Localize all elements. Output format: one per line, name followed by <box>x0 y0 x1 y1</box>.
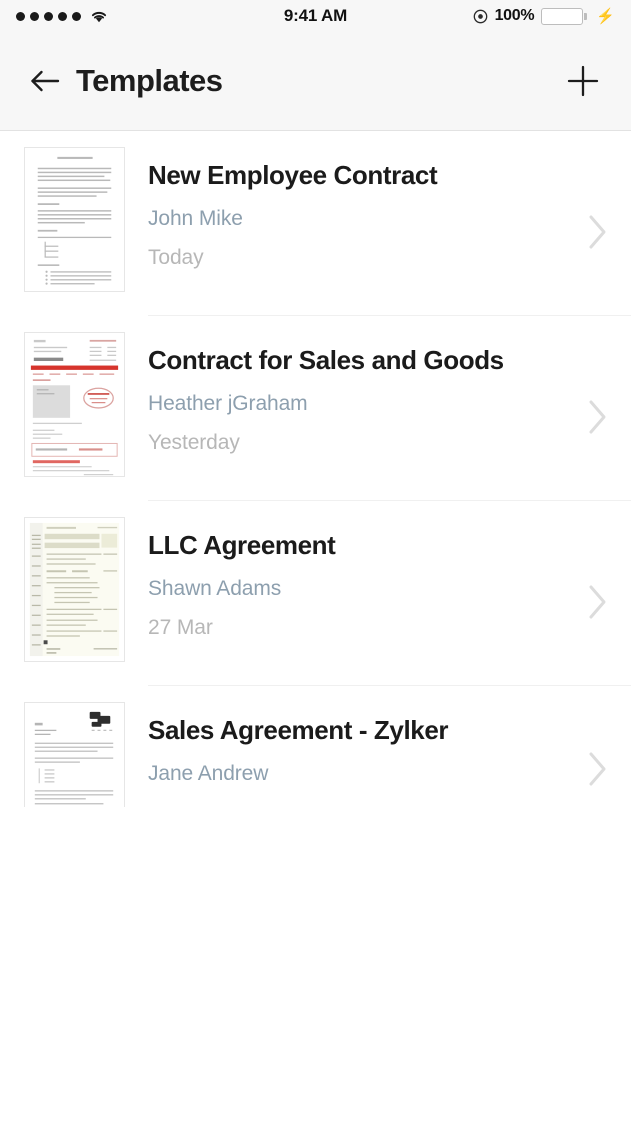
list-item-author: John Mike <box>148 206 243 230</box>
chevron-right-icon[interactable] <box>573 399 631 435</box>
chevron-right-icon[interactable] <box>573 751 631 787</box>
arrow-left-icon <box>31 70 60 92</box>
app-screen: 9:41 AM 100% ⚡ Templates New Employee Co… <box>0 0 631 1122</box>
list-item-title: Contract for Sales and Goods <box>148 345 504 375</box>
list-item[interactable]: New Employee Contract John Mike Today <box>0 131 631 316</box>
chevron-right-icon[interactable] <box>573 214 631 250</box>
battery-icon <box>541 7 588 25</box>
list-item-body: New Employee Contract John Mike Today <box>148 147 573 270</box>
battery-percent-label: 100% <box>494 7 535 24</box>
list-item-body: Contract for Sales and Goods Heather jGr… <box>148 332 573 455</box>
list-item-author: Heather jGraham <box>148 391 308 415</box>
list-item[interactable]: Contract for Sales and Goods Heather jGr… <box>0 316 631 501</box>
status-bar-right: 100% ⚡ <box>473 7 615 25</box>
plus-icon <box>567 65 599 97</box>
list-item-date: Today <box>148 245 204 269</box>
back-button[interactable] <box>26 61 66 101</box>
tax-form-yellow-thumbnail <box>23 517 125 662</box>
letterhead-logo-thumbnail <box>23 702 125 807</box>
navigation-bar: Templates <box>0 32 631 131</box>
list-item-body: Sales Agreement - Zylker Jane Andrew <box>148 702 573 786</box>
list-item-body: LLC Agreement Shawn Adams 27 Mar <box>148 517 573 640</box>
location-services-icon <box>473 9 488 24</box>
document-text-page-thumbnail <box>23 147 125 292</box>
list-item-author: Jane Andrew <box>148 761 269 785</box>
thumbnail-container <box>0 517 148 662</box>
list-item-date: Yesterday <box>148 430 240 454</box>
page-title: Templates <box>76 63 223 98</box>
list-item-date: 27 Mar <box>148 615 213 639</box>
thumbnail-container <box>0 332 148 477</box>
invoice-red-header-thumbnail <box>23 332 125 477</box>
status-bar: 9:41 AM 100% ⚡ <box>0 0 631 32</box>
list-item-title: New Employee Contract <box>148 160 438 190</box>
thumbnail-container <box>0 702 148 807</box>
list-item-title: LLC Agreement <box>148 530 336 560</box>
lightning-bolt-icon: ⚡ <box>596 7 615 25</box>
chevron-right-icon[interactable] <box>573 584 631 620</box>
list-item[interactable]: Sales Agreement - Zylker Jane Andrew <box>0 686 631 836</box>
list-item-author: Shawn Adams <box>148 576 282 600</box>
thumbnail-container <box>0 147 148 292</box>
add-template-button[interactable] <box>561 59 605 103</box>
list-item-title: Sales Agreement - Zylker <box>148 715 449 745</box>
templates-list: New Employee Contract John Mike Today Co… <box>0 131 631 836</box>
list-item[interactable]: LLC Agreement Shawn Adams 27 Mar <box>0 501 631 686</box>
